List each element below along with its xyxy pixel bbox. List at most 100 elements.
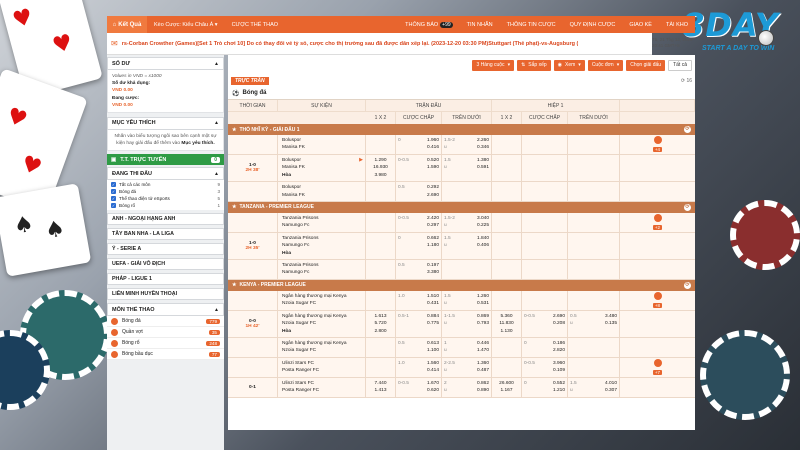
- odds-cell[interactable]: [492, 212, 522, 232]
- running-item[interactable]: ✓ Thể thao điện tử eSports 5: [107, 195, 224, 203]
- stats-icon[interactable]: [653, 214, 662, 223]
- odds-cell[interactable]: 0.5 0.613 1.100: [396, 338, 442, 357]
- odds-cell[interactable]: [366, 232, 396, 260]
- odds-cell[interactable]: 0-0.5 2.420 0.297: [396, 212, 442, 232]
- odds-cell[interactable]: [366, 260, 396, 279]
- odds-cell[interactable]: [366, 357, 396, 377]
- odds-cell[interactable]: [366, 135, 396, 154]
- star-icon[interactable]: ★: [232, 282, 236, 288]
- odds-cell[interactable]: [492, 232, 522, 260]
- view-button[interactable]: ◉ Xem ▾: [553, 59, 585, 71]
- odds-cell[interactable]: 0-0.5 1.670 0.620: [396, 377, 442, 397]
- odds-cell[interactable]: 1 0.446 u 1.470: [442, 338, 492, 357]
- odds-cell[interactable]: [522, 260, 568, 279]
- balance-header[interactable]: SỐ DƯ ▲: [107, 57, 224, 70]
- odds-cell[interactable]: 1.5 1.840 u 0.406: [442, 232, 492, 260]
- odds-cell[interactable]: 7.440 1.413: [366, 377, 396, 397]
- running-item[interactable]: ✓ Bóng rổ 1: [107, 202, 224, 210]
- odds-cell[interactable]: 5.360 11.830 1.130: [492, 310, 522, 338]
- checkbox-icon[interactable]: ✓: [111, 189, 116, 195]
- odds-cell[interactable]: [492, 338, 522, 357]
- live-stream-button[interactable]: ▣ T.T. TRỰC TUYẾN 0: [107, 154, 224, 166]
- more-markets-button[interactable]: +8: [652, 303, 663, 309]
- odds-cell[interactable]: 0-0.5 2.690 0.208: [522, 310, 568, 338]
- odds-cell[interactable]: [366, 212, 396, 232]
- odds-cell[interactable]: [366, 338, 396, 357]
- odds-type-dropdown[interactable]: Kèo Cược: Kiểu Châu Á: [147, 22, 225, 28]
- bet-info-link[interactable]: THÔNG TIN CƯỢC: [500, 22, 563, 28]
- sidebar-sport-item[interactable]: Bóng rổ 248: [107, 338, 224, 350]
- refresh-icon[interactable]: ⟳: [684, 203, 691, 211]
- odds-cell[interactable]: 2-2.5 1.360 u 0.487: [442, 357, 492, 377]
- odds-cell[interactable]: [568, 212, 620, 232]
- odds-cell[interactable]: 1.290 16.930 3.980: [366, 154, 396, 182]
- odds-cell[interactable]: [492, 154, 522, 182]
- refresh-icon[interactable]: ⟳: [684, 281, 691, 289]
- odds-cell[interactable]: [568, 135, 620, 154]
- account-link[interactable]: TÀI KHO: [659, 22, 695, 28]
- checkbox-icon[interactable]: ✓: [111, 182, 116, 188]
- odds-cell[interactable]: 26.600 1.167: [492, 377, 522, 397]
- odds-cell[interactable]: 0 0.186 2.820: [522, 338, 568, 357]
- odds-cell[interactable]: [568, 357, 620, 377]
- results-button[interactable]: ⌂ Kết Quả: [107, 16, 147, 33]
- running-item[interactable]: ✓ Tất cả các môn 9: [107, 181, 224, 189]
- sports-header[interactable]: MÔN THỂ THAO ▲: [107, 303, 224, 317]
- stats-icon[interactable]: [653, 359, 662, 368]
- league-header[interactable]: ★ KENYA - PREMIER LEAGUE ⟳: [228, 279, 695, 291]
- odds-cell[interactable]: [568, 232, 620, 260]
- odds-cell[interactable]: 0 0.662 1.180: [396, 232, 442, 260]
- sidebar-sport-item[interactable]: Bóng đá 779: [107, 316, 224, 328]
- odds-cell[interactable]: 0 1.960 0.416: [396, 135, 442, 154]
- sports-betting-link[interactable]: CƯỢC THỂ THAO: [225, 22, 286, 28]
- odds-cell[interactable]: 1-1.5 0.869 u 0.793: [442, 310, 492, 338]
- league-select-button[interactable]: Chọn giải đấu: [626, 59, 666, 71]
- odds-cell[interactable]: [442, 260, 492, 279]
- stats-icon[interactable]: [653, 136, 662, 145]
- refresh-icon[interactable]: ⟳: [684, 126, 691, 133]
- odds-cell[interactable]: [568, 260, 620, 279]
- tab-live[interactable]: TRỰC TRẦN: [231, 77, 269, 85]
- odds-cell[interactable]: [492, 135, 522, 154]
- odds-cell[interactable]: [366, 182, 396, 201]
- odds-cell[interactable]: [366, 290, 396, 310]
- odds-cell[interactable]: [568, 182, 620, 201]
- sidebar-league-link[interactable]: Ý - SERIE A: [107, 243, 224, 256]
- league-header[interactable]: ★ THỔ NHĨ KỲ - GIẢI ĐẤU 1 ⟳: [228, 124, 695, 135]
- more-markets-button[interactable]: +7: [652, 370, 663, 376]
- running-header[interactable]: ĐANG THI ĐẤU ▲: [107, 167, 224, 181]
- odds-cell[interactable]: [568, 154, 620, 182]
- odds-cell[interactable]: [522, 212, 568, 232]
- odds-cell[interactable]: 0-0.5 3.960 0.109: [522, 357, 568, 377]
- sidebar-league-link[interactable]: TÂY BAN NHA - LA LIGA: [107, 228, 224, 241]
- odds-cell[interactable]: 1.5-2 3.040 u 0.225: [442, 212, 492, 232]
- refresh-button[interactable]: ⟳ 16: [681, 78, 692, 84]
- odds-cell[interactable]: 0 0.552 1.210: [522, 377, 568, 397]
- odds-cell[interactable]: 2 0.862 u 0.890: [442, 377, 492, 397]
- odds-cell[interactable]: 0.5-1 0.884 0.775: [396, 310, 442, 338]
- bet-rules-link[interactable]: QUY ĐỊNH CƯỢC: [563, 22, 623, 28]
- checkbox-icon[interactable]: ✓: [111, 196, 116, 202]
- more-markets-button[interactable]: +4: [652, 147, 663, 153]
- odds-cell[interactable]: [522, 135, 568, 154]
- odds-cell[interactable]: 0.5 0.292 2.690: [396, 182, 442, 201]
- odds-cell[interactable]: [568, 290, 620, 310]
- odds-cell[interactable]: [522, 154, 568, 182]
- sidebar-league-link[interactable]: UEFA - GIẢI VÔ ĐỊCH: [107, 258, 224, 271]
- sidebar-league-link[interactable]: ANH - NGOẠI HẠNG ANH: [107, 213, 224, 226]
- odds-cell[interactable]: [522, 290, 568, 310]
- odds-cell[interactable]: 1.5 4.010 u 0.307: [568, 377, 620, 397]
- market-count-button[interactable]: 3 Hàng cuộc ▾: [472, 59, 515, 71]
- odds-cell[interactable]: 0.5 3.480 u 0.135: [568, 310, 620, 338]
- all-leagues-button[interactable]: Tất cả: [668, 59, 692, 71]
- odds-cell[interactable]: [442, 182, 492, 201]
- odds-cell[interactable]: 1.0 1.510 0.431: [396, 290, 442, 310]
- sidebar-sport-item[interactable]: Bóng bầu dục 77: [107, 349, 224, 361]
- odds-cell[interactable]: [492, 182, 522, 201]
- odds-cell[interactable]: [568, 338, 620, 357]
- running-item[interactable]: ✓ Bóng đá 3: [107, 188, 224, 196]
- checkbox-icon[interactable]: ✓: [111, 203, 116, 209]
- odds-cell[interactable]: 1.5 1.260 u 0.531: [442, 290, 492, 310]
- star-icon[interactable]: ★: [232, 204, 236, 210]
- odds-cell[interactable]: 0.5 0.197 3.380: [396, 260, 442, 279]
